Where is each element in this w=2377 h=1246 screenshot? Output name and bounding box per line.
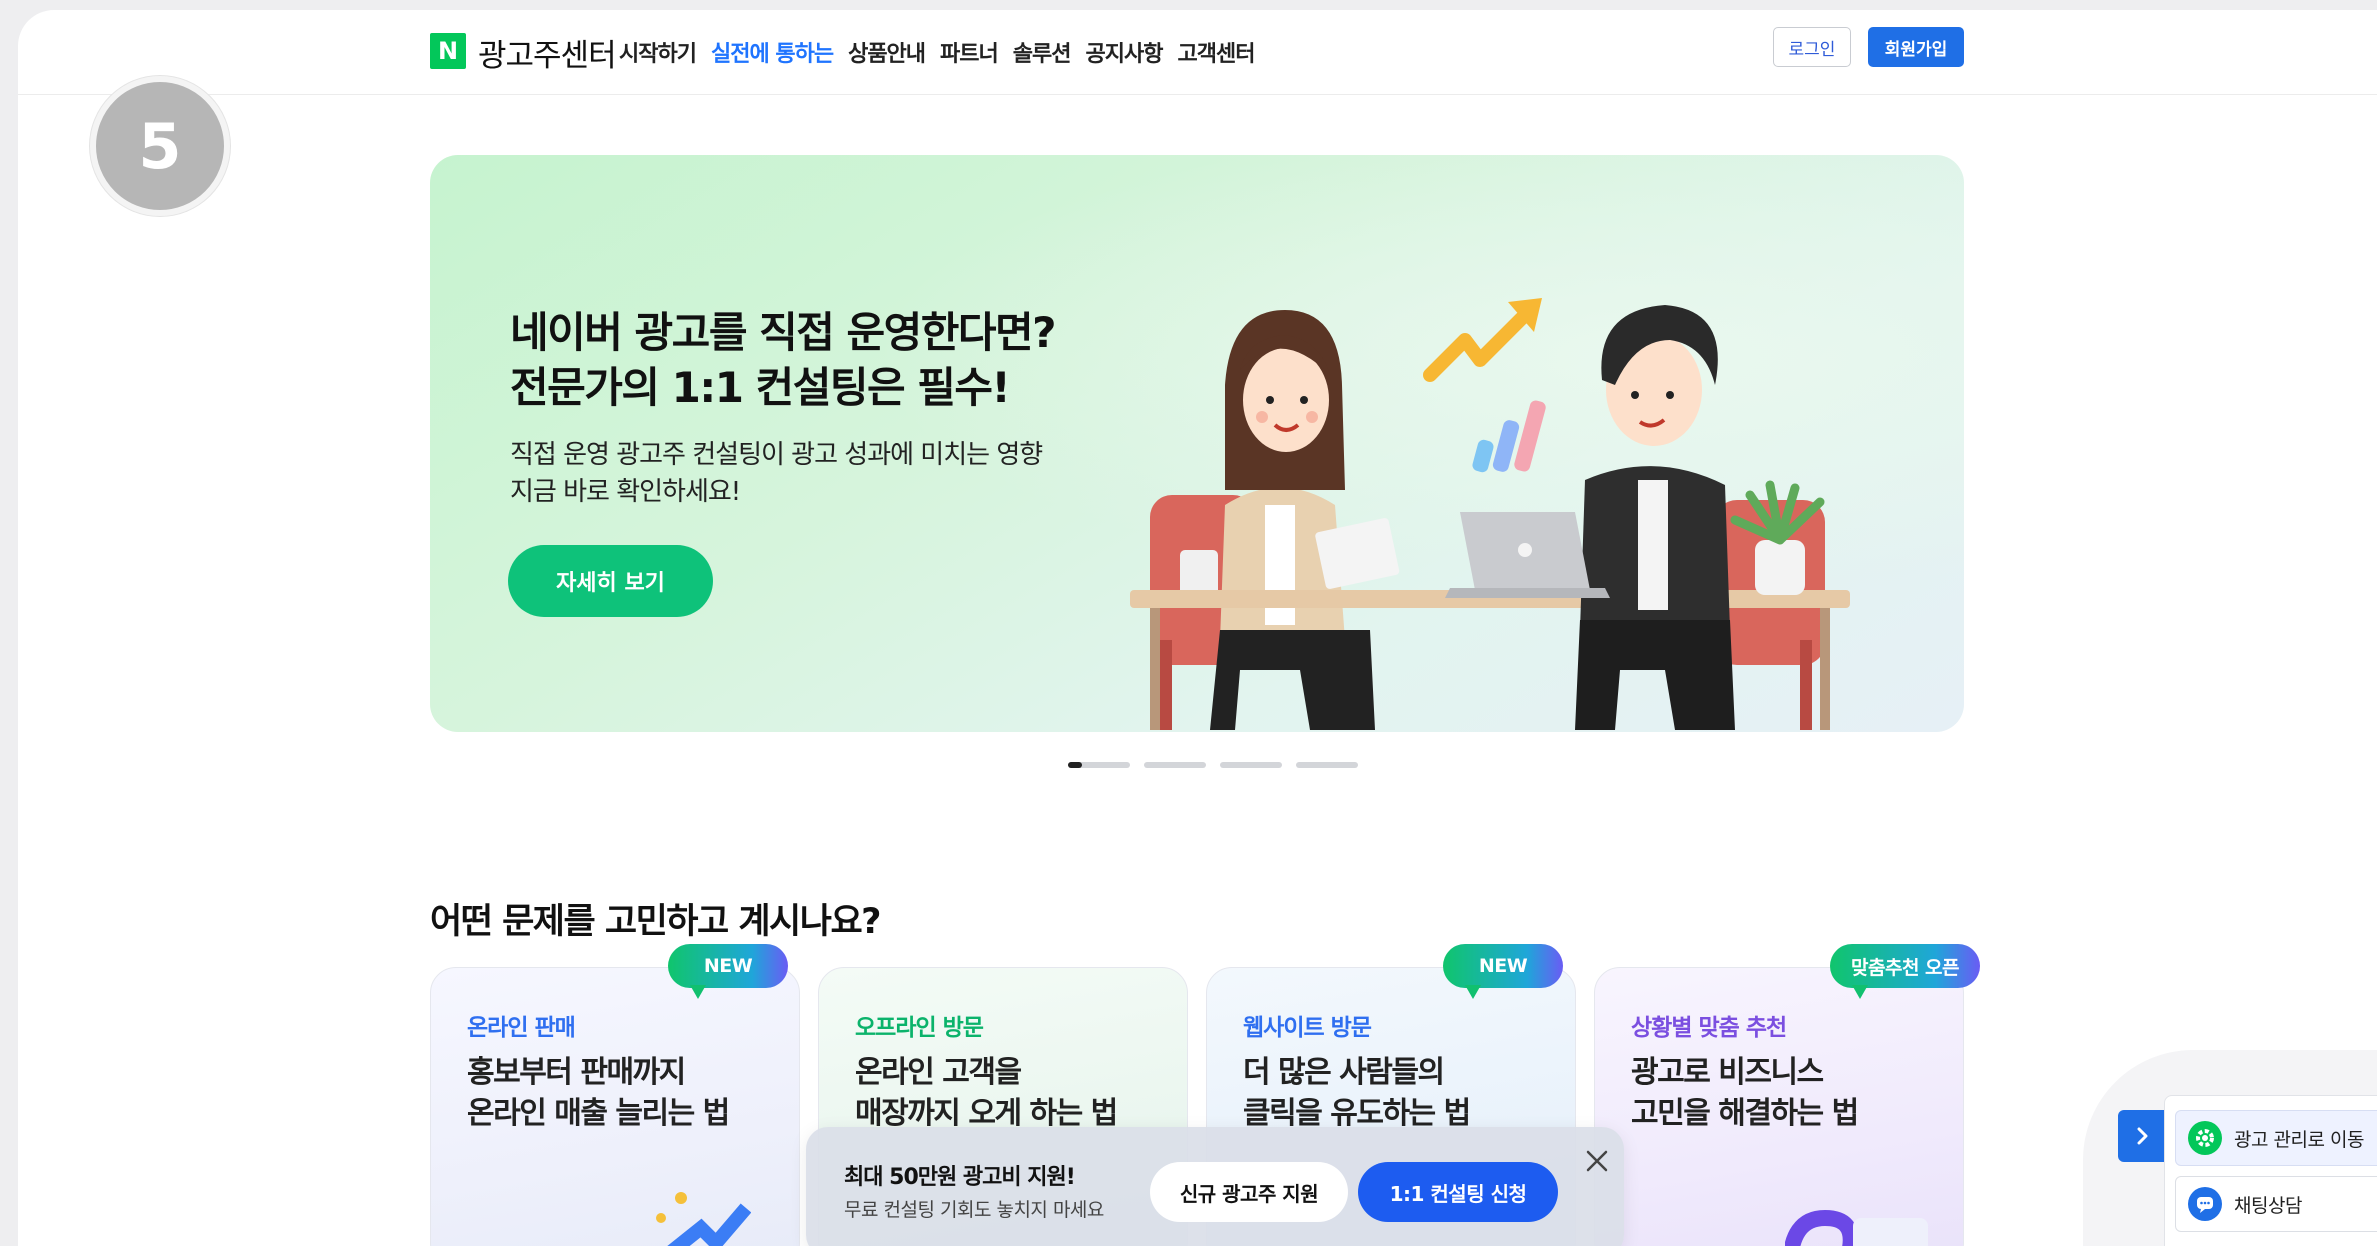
signup-button[interactable]: 회원가입 [1868,27,1964,67]
chevron-right-icon [2137,1127,2148,1145]
collapse-panel-button[interactable] [2118,1110,2166,1162]
card-title-line1: 온라인 고객을 [855,1055,1022,1090]
login-button[interactable]: 로그인 [1773,27,1851,67]
hero-title-line1: 네이버 광고를 직접 운영한다면? [510,308,1057,357]
page-container: N 광고주센터 시작하기 실전에 통하는 상품안내 파트너 솔루션 공지사항 고… [18,10,2377,1246]
ad-illustration-icon [1785,1209,1928,1246]
floating-panel: 광고 관리로 이동 채팅상담 [2164,1095,2377,1246]
card-category: 온라인 판매 [467,1015,576,1041]
hero-subtitle: 직접 운영 광고주 컨설팅이 광고 성과에 미치는 영향 지금 바로 확인하세요… [510,437,1043,511]
hero-subtitle-line2: 지금 바로 확인하세요! [510,477,741,507]
card-online-sales[interactable]: 온라인 판매 홍보부터 판매까지 온라인 매출 늘리는 법 [430,967,800,1246]
nav-partners[interactable]: 파트너 [940,36,999,68]
card-title: 광고로 비즈니스 고민을 해결하는 법 [1631,1052,1859,1134]
card-title-line2: 온라인 매출 늘리는 법 [467,1096,730,1131]
section-title: 어떤 문제를 고민하고 계시나요? [430,902,881,942]
card-category: 상황별 맞춤 추천 [1631,1015,1787,1041]
new-badge: NEW [1443,944,1563,999]
carousel-dot-3[interactable] [1220,762,1282,768]
card-title-line2: 고민을 해결하는 법 [1631,1096,1859,1131]
card-category: 오프라인 방문 [855,1015,984,1041]
nav-solutions[interactable]: 솔루션 [1013,36,1072,68]
carousel-dot-1[interactable] [1068,762,1130,768]
gear-icon [2188,1121,2222,1155]
card-title: 온라인 고객을 매장까지 오게 하는 법 [855,1052,1118,1134]
new-badge: NEW [668,944,788,999]
carousel-dot-4[interactable] [1296,762,1358,768]
naver-logo-icon[interactable]: N [430,33,466,69]
new-advertiser-support-button[interactable]: 신규 광고주 지원 [1150,1162,1348,1222]
nav-notices[interactable]: 공지사항 [1086,36,1164,68]
top-header: N 광고주센터 시작하기 실전에 통하는 상품안내 파트너 솔루션 공지사항 고… [18,10,2377,95]
nav-customer-center[interactable]: 고객센터 [1177,36,1255,68]
nav-start[interactable]: 시작하기 [619,36,697,68]
chat-consult-label: 채팅상담 [2234,1194,2302,1217]
card-title: 홍보부터 판매까지 온라인 매출 늘리는 법 [467,1052,730,1134]
card-category: 웹사이트 방문 [1243,1015,1372,1041]
card-recommendation[interactable]: 상황별 맞춤 추천 광고로 비즈니스 고민을 해결하는 법 [1594,967,1964,1246]
promo-title: 최대 50만원 광고비 지원! [844,1165,1076,1190]
hero-subtitle-line1: 직접 운영 광고주 컨설팅이 광고 성과에 미치는 영향 [510,440,1043,470]
consulting-illustration [1130,298,1850,730]
hero-banner[interactable]: 네이버 광고를 직접 운영한다면? 전문가의 1:1 컨설팅은 필수! 직접 운… [430,155,1964,732]
custom-recommend-badge: 맞춤추천 오픈 [1830,944,1980,999]
hero-title-line2: 전문가의 1:1 컨설팅은 필수! [510,363,1011,412]
card-title-line1: 광고로 비즈니스 [1631,1055,1824,1090]
chat-bubble-icon [2188,1187,2222,1221]
close-icon[interactable] [1581,1145,1613,1177]
main-nav: 시작하기 실전에 통하는 상품안내 파트너 솔루션 공지사항 고객센터 [619,36,1255,68]
nav-practical[interactable]: 실전에 통하는 [711,36,834,68]
growth-arrow-icon [656,1192,751,1246]
promo-subtitle: 무료 컨설팅 기회도 놓치지 마세요 [844,1199,1104,1221]
card-title: 더 많은 사람들의 클릭을 유도하는 법 [1243,1052,1471,1134]
consulting-request-button[interactable]: 1:1 컨설팅 신청 [1358,1162,1558,1222]
site-logo-text[interactable]: 광고주센터 [478,30,617,75]
chat-consult-button[interactable]: 채팅상담 [2175,1176,2377,1232]
carousel-indicators [1068,762,1358,768]
ad-manage-button[interactable]: 광고 관리로 이동 [2175,1110,2377,1166]
card-title-line1: 홍보부터 판매까지 [467,1055,686,1090]
carousel-dot-2[interactable] [1144,762,1206,768]
ad-manage-label: 광고 관리로 이동 [2234,1128,2364,1151]
card-title-line1: 더 많은 사람들의 [1243,1055,1445,1090]
hero-detail-button[interactable]: 자세히 보기 [508,545,713,617]
step-number-badge: 5 [90,76,230,216]
promo-popup: 최대 50만원 광고비 지원! 무료 컨설팅 기회도 놓치지 마세요 신규 광고… [806,1127,1624,1246]
hero-title: 네이버 광고를 직접 운영한다면? 전문가의 1:1 컨설팅은 필수! [510,305,1057,415]
nav-products[interactable]: 상품안내 [848,36,926,68]
